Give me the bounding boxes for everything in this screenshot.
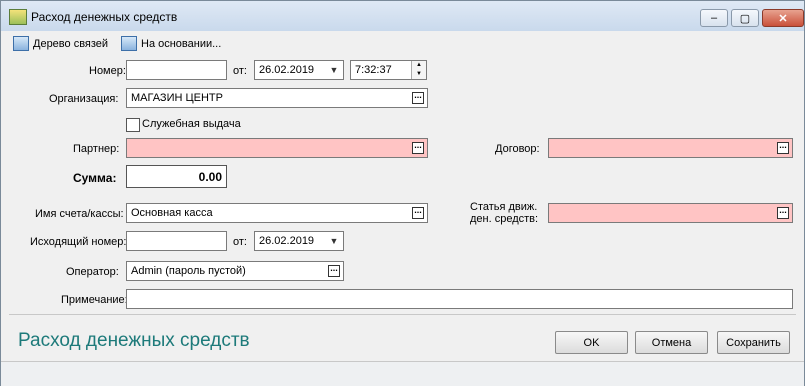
service-issue-label: Служебная выдача	[142, 118, 241, 130]
article-label-line1: Статья движ.	[470, 201, 538, 213]
date-value: 26.02.2019	[259, 64, 315, 76]
relations-tree-label: Дерево связей	[33, 37, 109, 50]
note-input[interactable]	[126, 289, 793, 309]
ellipsis-icon[interactable]: ...	[412, 206, 424, 219]
organization-label: Организация:	[49, 93, 119, 105]
ellipsis-icon[interactable]: ...	[412, 91, 424, 104]
chevron-down-icon[interactable]: ▼	[325, 232, 343, 250]
dialog-window: Расход денежных средств – ▢ ✕ Дерево свя…	[0, 0, 805, 386]
account-label: Имя счета/кассы:	[35, 208, 124, 220]
relations-tree-button[interactable]: Дерево связей	[13, 36, 108, 51]
minimize-button[interactable]: –	[700, 9, 728, 27]
database-icon	[121, 36, 137, 51]
operator-field[interactable]: Admin (пароль пустой) ...	[126, 261, 344, 281]
ellipsis-icon[interactable]: ...	[777, 141, 789, 154]
sum-input[interactable]: 0.00	[126, 165, 227, 188]
ellipsis-icon[interactable]: ...	[777, 206, 789, 219]
outgoing-number-input[interactable]	[126, 231, 227, 251]
time-input[interactable]: 7:32:37 ▲ ▼	[350, 60, 427, 80]
maximize-icon: ▢	[739, 12, 751, 25]
organization-field[interactable]: МАГАЗИН ЦЕНТР ...	[126, 88, 428, 108]
time-value: 7:32:37	[355, 64, 392, 76]
footer-divider	[9, 314, 796, 315]
partner-label: Партнер:	[73, 143, 120, 155]
number-label: Номер:	[89, 65, 126, 77]
partner-field[interactable]: ...	[126, 138, 428, 158]
number-input[interactable]	[126, 60, 227, 80]
save-button[interactable]: Сохранить	[717, 331, 790, 354]
outgoing-date-picker[interactable]: 26.02.2019 ▼	[254, 231, 344, 251]
outgoing-date-from-label: от:	[233, 236, 247, 248]
account-field[interactable]: Основная касса ...	[126, 203, 428, 223]
cancel-button[interactable]: Отмена	[635, 331, 708, 354]
contract-field[interactable]: ...	[548, 138, 793, 158]
based-on-button[interactable]: На основании...	[121, 36, 221, 51]
operator-label: Оператор:	[66, 266, 119, 278]
title-bar: Расход денежных средств – ▢ ✕	[1, 1, 804, 31]
article-label-line2: ден. средств:	[470, 213, 539, 225]
date-from-label: от:	[233, 65, 247, 77]
note-label: Примечание:	[61, 294, 128, 306]
sum-label: Сумма:	[73, 171, 117, 185]
outgoing-number-label: Исходящий номер:	[30, 236, 127, 248]
status-bar	[1, 361, 804, 386]
ellipsis-icon[interactable]: ...	[328, 264, 340, 277]
article-field[interactable]: ...	[548, 203, 793, 223]
close-icon: ✕	[778, 12, 788, 25]
document-icon	[9, 9, 27, 25]
spinner-icon[interactable]: ▲ ▼	[411, 61, 426, 79]
organization-value: МАГАЗИН ЦЕНТР	[131, 92, 223, 104]
minimize-icon: –	[710, 12, 718, 24]
date-picker[interactable]: 26.02.2019 ▼	[254, 60, 344, 80]
contract-label: Договор:	[495, 143, 540, 155]
based-on-label: На основании...	[141, 37, 222, 50]
maximize-button[interactable]: ▢	[731, 9, 759, 27]
tree-icon	[13, 36, 29, 51]
ellipsis-icon[interactable]: ...	[412, 141, 424, 154]
account-value: Основная касса	[131, 207, 213, 219]
close-button[interactable]: ✕	[762, 9, 804, 27]
chevron-down-icon[interactable]: ▼	[325, 61, 343, 79]
window-title: Расход денежных средств	[31, 10, 178, 24]
ok-button[interactable]: OK	[555, 331, 628, 354]
outgoing-date-value: 26.02.2019	[259, 235, 315, 247]
footer-title: Расход денежных средств	[18, 330, 250, 351]
operator-value: Admin (пароль пустой)	[131, 265, 246, 277]
service-issue-checkbox[interactable]	[126, 118, 140, 132]
